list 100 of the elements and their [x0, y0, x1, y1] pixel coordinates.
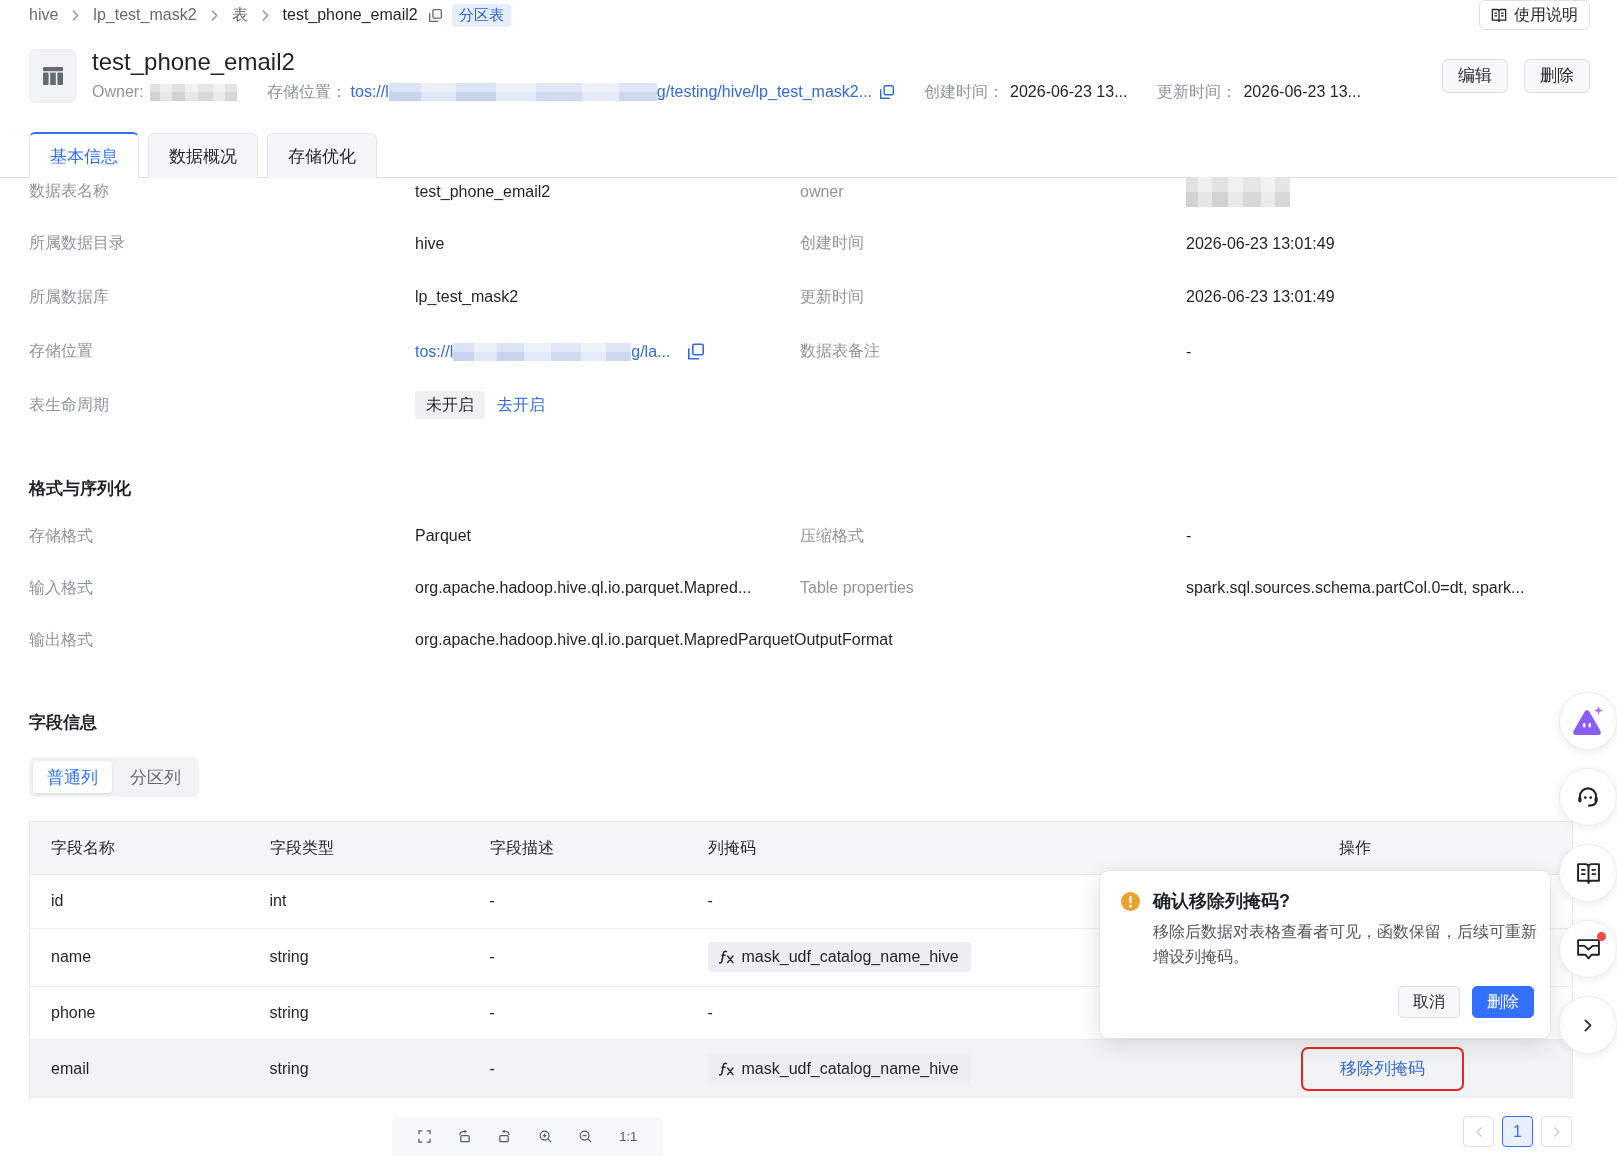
table-title: test_phone_email2 [92, 47, 295, 77]
section-title: 字段信息 [29, 712, 97, 734]
copy-icon[interactable] [688, 343, 705, 360]
field-value: test_phone_email2 [415, 182, 551, 201]
field-label: 创建时间 [800, 233, 864, 253]
field-label: owner [800, 182, 844, 201]
field-label: 数据表名称 [29, 181, 109, 201]
table-icon [29, 48, 76, 103]
tab[interactable]: 数据概况 [148, 133, 258, 178]
enable-link[interactable]: 去开启 [497, 394, 545, 416]
field-label: 输入格式 [29, 577, 93, 598]
field-name: phone [51, 1003, 96, 1021]
meta-value: 2026-06-23 13... [1243, 83, 1361, 101]
column-header: 列掩码 [707, 838, 756, 856]
field-label: 表生命周期 [29, 394, 109, 415]
actual-size-button[interactable]: 1:1 [619, 1129, 638, 1144]
mask-value: - [707, 892, 713, 910]
column-header: 字段描述 [489, 838, 554, 856]
field-value: 2026-06-23 13:01:49 [1186, 234, 1335, 253]
confirm-button[interactable]: 删除 [1472, 986, 1534, 1018]
status-tag: 未开启 [415, 391, 485, 419]
field-value: 2026-06-23 13:01:49 [1186, 288, 1335, 306]
chevron-right-icon [1553, 1126, 1560, 1137]
field-description: - [489, 948, 495, 965]
rotate-right-icon[interactable] [498, 1130, 512, 1143]
chevron-right-icon [1584, 1018, 1592, 1032]
function-name: mask_udf_catalog_name_hive [741, 948, 959, 966]
field-description: - [489, 892, 495, 910]
field-label: 所属数据目录 [29, 233, 125, 253]
meta-label: 创建时间： [924, 81, 1005, 102]
warning-icon [1121, 891, 1140, 911]
function-name: mask_udf_catalog_name_hive [741, 1059, 959, 1078]
fullscreen-icon[interactable] [417, 1130, 431, 1143]
tab[interactable]: 存储优化 [267, 133, 377, 178]
sparkle-mascot-icon [1572, 706, 1604, 736]
meta-value: 2026-06-23 13... [1010, 83, 1128, 101]
field-label: 更新时间 [800, 286, 864, 307]
cancel-button[interactable]: 取消 [1398, 986, 1460, 1018]
field-value: spark.sql.sources.schema.partCol.0=dt, spark... [1186, 579, 1525, 597]
meta-label: 存储位置： [266, 81, 347, 102]
zoom-in-icon[interactable] [538, 1130, 552, 1143]
field-label: 压缩格式 [800, 525, 864, 546]
segment-option[interactable]: 分区列 [116, 761, 195, 793]
field-label: 存储格式 [29, 525, 93, 546]
action-button[interactable]: 编辑 [1442, 58, 1508, 93]
page-button[interactable]: 1 [1502, 1116, 1533, 1147]
storage-path-link[interactable]: tos://l g/testing/hive/lp_test_mask2... [350, 83, 873, 101]
breadcrumb-item[interactable]: lp_test_mask2 [93, 6, 197, 24]
partition-tag: 分区表 [451, 3, 511, 27]
field-label: Table properties [800, 579, 914, 597]
segment-option[interactable]: 普通列 [33, 761, 112, 793]
rotate-left-icon[interactable] [457, 1130, 471, 1143]
field-value: org.apache.hadoop.hive.ql.io.parquet.MapredParquetOutputFormat [415, 631, 893, 649]
breadcrumb-item: test_phone_email2 [282, 6, 418, 24]
field-description: - [489, 1003, 495, 1021]
meta-label: Owner: [92, 83, 144, 101]
remove-mask-button[interactable]: 移除列掩码 [1300, 1046, 1464, 1091]
field-value: Parquet [415, 527, 472, 545]
field-value: lp_test_mask2 [415, 288, 519, 306]
book-icon [1575, 861, 1601, 885]
field-value: - [1186, 527, 1192, 545]
zoom-out-icon[interactable] [578, 1130, 592, 1143]
chevron-right-icon [210, 9, 218, 21]
chevron-right-icon [72, 9, 80, 21]
function-icon [718, 1061, 735, 1076]
headset-icon [1575, 784, 1601, 810]
field-type: int [269, 892, 287, 910]
field-type: string [269, 1003, 309, 1021]
breadcrumb-item[interactable]: 表 [231, 4, 248, 26]
breadcrumb-item[interactable]: hive [29, 6, 59, 24]
field-name: name [51, 948, 92, 965]
mask-value: - [707, 1003, 713, 1021]
field-name: id [51, 892, 64, 910]
column-header: 操作 [1338, 838, 1371, 856]
chevron-right-icon [261, 9, 269, 21]
field-value: hive [415, 234, 445, 253]
field-type: string [269, 1059, 309, 1077]
tab[interactable]: 基本信息 [29, 132, 139, 178]
field-value: org.apache.hadoop.hive.ql.io.parquet.Mapred... [415, 579, 752, 597]
book-icon [1491, 7, 1507, 23]
field-value: - [1186, 342, 1192, 361]
column-header: 字段类型 [269, 838, 334, 856]
message-icon [1575, 937, 1601, 961]
field-label: 输出格式 [29, 629, 93, 650]
storage-path-link[interactable]: tos://l g/la... [415, 342, 671, 361]
popover-title: 确认移除列掩码? [1153, 890, 1290, 913]
field-description: - [489, 1059, 495, 1077]
copy-icon[interactable] [880, 85, 895, 99]
section-title: 格式与序列化 [29, 478, 131, 500]
help-button[interactable]: 使用说明 [1479, 0, 1590, 30]
action-button[interactable]: 删除 [1524, 58, 1590, 93]
field-label: 所属数据库 [29, 286, 109, 307]
field-label: 数据表备注 [800, 341, 880, 361]
field-label: 存储位置 [29, 341, 93, 361]
field-type: string [269, 948, 309, 965]
field-name: email [51, 1059, 90, 1077]
popover-message: 移除后数据对表格查看者可见，函数保留，后续可重新增设列掩码。 [1153, 922, 1538, 967]
function-icon [718, 950, 735, 964]
chevron-left-icon [1475, 1126, 1482, 1137]
copy-icon[interactable] [428, 8, 442, 22]
